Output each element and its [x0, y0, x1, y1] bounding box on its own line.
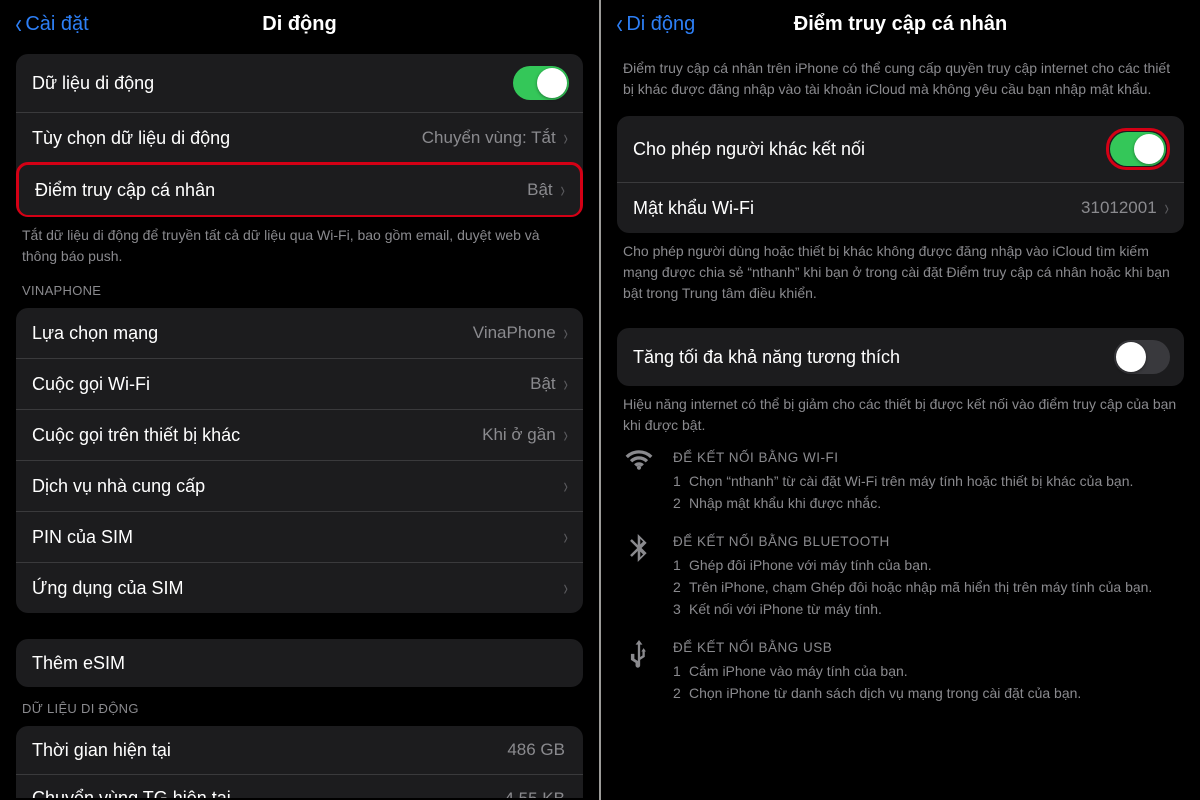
esim-group: Thêm eSIM [16, 639, 583, 687]
maximize-compat-row[interactable]: Tăng tối đa khả năng tương thích [617, 328, 1184, 386]
left-screen: ‹ Cài đặt Di động Dữ liệu di động Tùy ch… [0, 0, 599, 800]
wifi-calling-label: Cuộc gọi Wi-Fi [32, 374, 530, 395]
carrier-group: Lựa chọn mạng VinaPhone › Cuộc gọi Wi-Fi… [16, 308, 583, 613]
bluetooth-icon [623, 532, 655, 620]
personal-hotspot-row[interactable]: Điểm truy cập cá nhân Bật › [16, 162, 583, 217]
chevron-right-icon: › [560, 177, 564, 203]
chevron-right-icon: › [1164, 195, 1168, 221]
bt-step-2: Trên iPhone, chạm Ghép đôi hoặc nhập mã … [689, 577, 1152, 599]
wifi-icon [623, 448, 655, 514]
usb-icon [623, 638, 655, 704]
network-selection-row[interactable]: Lựa chọn mạng VinaPhone › [16, 308, 583, 358]
data-options-row[interactable]: Tùy chọn dữ liệu di động Chuyển vùng: Tắ… [16, 112, 583, 163]
chevron-right-icon: › [563, 524, 567, 550]
data-options-label: Tùy chọn dữ liệu di động [32, 128, 422, 149]
chevron-right-icon: › [563, 371, 567, 397]
network-selection-value: VinaPhone [473, 323, 556, 343]
bt-step-1: Ghép đôi iPhone với máy tính của bạn. [689, 555, 932, 577]
hotspot-intro: Điểm truy cập cá nhân trên iPhone có thể… [603, 50, 1198, 112]
calls-other-value: Khi ở gần [482, 425, 556, 445]
wifi-password-row[interactable]: Mật khẩu Wi-Fi 31012001 › [617, 182, 1184, 233]
current-period-row[interactable]: Thời gian hiện tại 486 GB [16, 726, 583, 774]
chevron-left-icon: ‹ [15, 10, 22, 38]
mobile-data-footer: Tắt dữ liệu di động để truyền tất cả dữ … [2, 217, 597, 269]
page-title: Di động [2, 13, 597, 36]
sim-pin-row[interactable]: PIN của SIM › [16, 511, 583, 562]
personal-hotspot-label: Điểm truy cập cá nhân [35, 180, 527, 201]
roaming-value: 4,55 KB [505, 789, 566, 800]
compat-group: Tăng tối đa khả năng tương thích [617, 328, 1184, 386]
add-esim-row[interactable]: Thêm eSIM [16, 639, 583, 687]
usb-instructions: ĐỂ KẾT NỐI BẰNG USB 1Cắm iPhone vào máy … [603, 628, 1198, 712]
wifi-password-label: Mật khẩu Wi-Fi [633, 198, 1081, 219]
mobile-data-toggle[interactable] [513, 66, 569, 100]
current-period-value: 486 GB [507, 740, 565, 760]
maximize-compat-label: Tăng tối đa khả năng tương thích [633, 347, 1114, 368]
maximize-compat-toggle[interactable] [1114, 340, 1170, 374]
usb-step-2: Chọn iPhone từ danh sách dịch vụ mạng tr… [689, 683, 1081, 705]
current-period-label: Thời gian hiện tại [32, 740, 507, 761]
personal-hotspot-value: Bật [527, 180, 553, 200]
allow-others-highlight [1106, 128, 1170, 170]
chevron-left-icon: ‹ [616, 10, 623, 38]
data-options-value: Chuyển vùng: Tắt [422, 128, 556, 148]
hotspot-group: Cho phép người khác kết nối Mật khẩu Wi-… [617, 116, 1184, 233]
allow-others-row[interactable]: Cho phép người khác kết nối [617, 116, 1184, 182]
chevron-right-icon: › [563, 320, 567, 346]
wifi-password-value: 31012001 [1081, 198, 1157, 218]
back-button[interactable]: ‹ Cài đặt [14, 10, 89, 38]
back-label: Cài đặt [25, 13, 88, 36]
chevron-right-icon: › [563, 473, 567, 499]
wifi-instructions-head: ĐỂ KẾT NỐI BẰNG WI-FI [673, 448, 1133, 469]
network-selection-label: Lựa chọn mạng [32, 323, 473, 344]
wifi-calling-value: Bật [530, 374, 556, 394]
usage-header: DỮ LIỆU DI ĐỘNG [2, 687, 597, 722]
usage-group: Thời gian hiện tại 486 GB Chuyển vùng TG… [16, 726, 583, 800]
mobile-data-label: Dữ liệu di động [32, 73, 513, 94]
back-button[interactable]: ‹ Di động [615, 10, 695, 38]
roaming-label: Chuyển vùng TG hiện tại [32, 788, 505, 800]
calls-other-label: Cuộc gọi trên thiết bị khác [32, 425, 482, 446]
add-esim-label: Thêm eSIM [32, 653, 569, 674]
roaming-period-row[interactable]: Chuyển vùng TG hiện tại 4,55 KB [16, 774, 583, 800]
nav-bar: ‹ Di động Điểm truy cập cá nhân [603, 2, 1198, 50]
chevron-right-icon: › [563, 422, 567, 448]
bluetooth-instructions: ĐỂ KẾT NỐI BẰNG BLUETOOTH 1Ghép đôi iPho… [603, 522, 1198, 628]
back-label: Di động [626, 13, 695, 36]
usb-step-1: Cắm iPhone vào máy tính của bạn. [689, 661, 908, 683]
allow-others-toggle[interactable] [1110, 132, 1166, 166]
sim-pin-label: PIN của SIM [32, 527, 560, 548]
nav-bar: ‹ Cài đặt Di động [2, 2, 597, 50]
carrier-services-label: Dịch vụ nhà cung cấp [32, 476, 560, 497]
wifi-calling-row[interactable]: Cuộc gọi Wi-Fi Bật › [16, 358, 583, 409]
allow-others-label: Cho phép người khác kết nối [633, 139, 1106, 160]
wifi-step-1: Chọn “nthanh” từ cài đặt Wi-Fi trên máy … [689, 471, 1133, 493]
chevron-right-icon: › [563, 575, 567, 601]
sim-apps-row[interactable]: Ứng dụng của SIM › [16, 562, 583, 613]
allow-others-footer: Cho phép người dùng hoặc thiết bị khác k… [603, 233, 1198, 306]
carrier-services-row[interactable]: Dịch vụ nhà cung cấp › [16, 460, 583, 511]
wifi-instructions: ĐỂ KẾT NỐI BẰNG WI-FI 1Chọn “nthanh” từ … [603, 438, 1198, 522]
calls-on-other-devices-row[interactable]: Cuộc gọi trên thiết bị khác Khi ở gần › [16, 409, 583, 460]
wifi-step-2: Nhập mật khẩu khi được nhắc. [689, 493, 881, 515]
sim-apps-label: Ứng dụng của SIM [32, 578, 560, 599]
carrier-header: VINAPHONE [2, 269, 597, 304]
mobile-data-group: Dữ liệu di động Tùy chọn dữ liệu di động… [16, 54, 583, 217]
bt-step-3: Kết nối với iPhone từ máy tính. [689, 599, 882, 621]
right-screen: ‹ Di động Điểm truy cập cá nhân Điểm tru… [601, 0, 1200, 800]
usb-instructions-head: ĐỂ KẾT NỐI BẰNG USB [673, 638, 1081, 659]
mobile-data-row[interactable]: Dữ liệu di động [16, 54, 583, 112]
chevron-right-icon: › [563, 125, 567, 151]
compat-footer: Hiệu năng internet có thể bị giảm cho cá… [603, 386, 1198, 438]
bluetooth-instructions-head: ĐỂ KẾT NỐI BẰNG BLUETOOTH [673, 532, 1152, 553]
